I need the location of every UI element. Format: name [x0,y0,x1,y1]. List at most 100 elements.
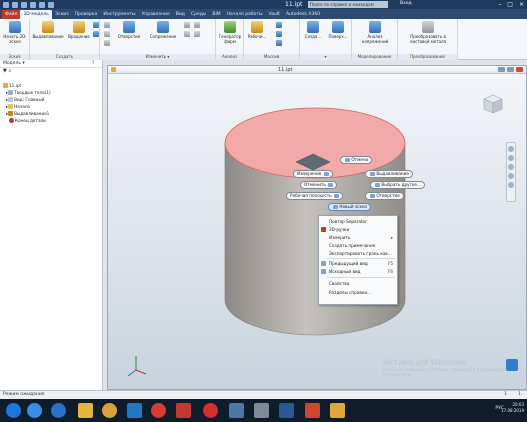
orbit-icon[interactable] [508,173,514,179]
extrude-button[interactable]: Выдавливание [32,21,64,39]
tab-inspect[interactable]: Проверка [72,10,101,19]
find-icon[interactable]: ⌕ [8,68,11,74]
open-icon[interactable] [12,1,18,8]
emboss-icon[interactable] [104,31,110,37]
tree-item-extrusion[interactable]: ▸ Выдавливание1 [6,111,49,117]
tree-item-end-of-part[interactable]: Конец детали [9,118,46,124]
file-explorer-icon[interactable] [78,403,93,418]
steering-wheel-icon[interactable] [508,146,514,152]
sweep-icon[interactable] [93,31,99,37]
filter-icon[interactable]: ▼ [3,68,7,74]
rib-icon[interactable] [104,40,110,46]
redo-icon[interactable] [39,1,45,8]
doc-restore-button[interactable] [507,67,514,72]
fillet-button[interactable]: Сопряжение [146,21,180,39]
minimize-button[interactable]: – [498,1,501,8]
undo-icon[interactable] [30,1,36,8]
yandex-icon[interactable] [176,403,191,418]
tab-3d-model[interactable]: 3D-модель [20,10,52,19]
doc-close-button[interactable] [516,67,523,72]
split-icon[interactable] [194,22,200,28]
cylinder-model[interactable] [108,74,526,390]
clock-date[interactable]: 17.08.2019 [501,408,524,414]
chrome-icon[interactable] [102,403,117,418]
app-icon[interactable] [254,403,269,418]
word-icon[interactable] [279,403,294,418]
marking-menu-cancel[interactable]: Отменить [300,181,338,189]
marking-menu-work-plane[interactable]: Рабочая плоскость [286,192,344,200]
save-icon[interactable] [21,1,27,8]
menu-item-3d-grips[interactable]: 3D-ручки [319,226,397,233]
create-freeform-button[interactable]: Созда... [301,21,325,39]
browser-title[interactable]: Модель [3,61,21,66]
menu-item-help-topics[interactable]: Разделы справки... [319,289,397,296]
marking-menu-new-sketch[interactable]: Новый эскиз [328,203,371,211]
new-icon[interactable] [3,1,9,8]
tab-bim[interactable]: BIM [209,10,223,19]
language-indicator[interactable]: РУС [495,406,504,412]
doc-minimize-button[interactable] [498,67,505,72]
maximize-button[interactable]: □ [507,1,513,8]
viewcube-icon[interactable] [482,93,504,115]
browser-help-icon[interactable]: ? [92,60,94,68]
document-window[interactable]: 11.ipt Отмена Измерение Выдавливание Отм… [107,65,527,390]
tab-view[interactable]: Вид [173,10,188,19]
tab-sketch[interactable]: Эскиз [52,10,72,19]
tab-get-started[interactable]: Начало работы [224,10,266,19]
draft-icon[interactable] [184,31,190,37]
hole-button[interactable]: Отверстие [114,21,144,39]
tab-file[interactable]: Файл [2,10,21,19]
pan-icon[interactable] [508,155,514,161]
marking-menu-extrude[interactable]: Выдавливание [365,170,413,178]
tab-a360[interactable]: Autodesk A360 [283,10,323,19]
tree-item-origin[interactable]: ▸ Начало [6,104,30,110]
menu-item-previous-view[interactable]: Предыдущий вид F5 [319,260,397,267]
tab-tools[interactable]: Инструменты [100,10,138,19]
loft-icon[interactable] [93,22,99,28]
vk-icon[interactable] [229,403,244,418]
menu-item-repeat[interactable]: Повтор Separator [319,218,397,225]
circular-pattern-icon[interactable] [276,31,282,37]
tree-item-solid-bodies[interactable]: ▸ Твердые тела(1) [6,90,51,96]
autodesk-app-icon[interactable] [506,359,518,371]
menu-item-export-face[interactable]: Экспортировать грань как... [319,250,397,257]
store-icon[interactable] [127,403,142,418]
tree-item-view[interactable]: ▸ Вид: Главный [6,97,44,103]
marking-menu-hole[interactable]: Отверстие [365,192,404,200]
tab-manage[interactable]: Управление [139,10,173,19]
marking-menu-select-other[interactable]: Выбрать другое... [370,181,425,189]
menu-item-home-view[interactable]: Исходный вид F6 [319,268,397,275]
zoom-icon[interactable] [508,164,514,170]
work-features-button[interactable]: Рабочи... [245,21,269,39]
help-search-input[interactable]: Поиск по справке и командам [308,1,388,8]
marking-menu-measure[interactable]: Измерение [293,170,333,178]
search-icon[interactable] [27,403,42,418]
menu-item-measure[interactable]: Измерить ▸ [319,234,397,241]
revolve-button[interactable]: Вращение [64,21,94,39]
start-button-icon[interactable] [6,403,21,418]
inventor-icon[interactable] [330,403,345,418]
combine-icon[interactable] [194,31,200,37]
yandex-browser-icon[interactable] [151,403,166,418]
rectangular-pattern-icon[interactable] [276,22,282,28]
menu-item-properties[interactable]: Свойства [319,280,397,287]
close-button[interactable]: × [519,1,524,8]
menu-item-create-note[interactable]: Создать примечание [319,242,397,249]
coil-icon[interactable] [104,22,110,28]
tab-vault[interactable]: Vault [266,10,283,19]
graphics-viewport[interactable]: 11.ipt Отмена Измерение Выдавливание Отм… [103,60,527,390]
sign-in-button[interactable]: Вход [400,1,412,6]
start-2d-sketch-button[interactable]: Начать 2D-эскиз [2,21,28,44]
tree-item-part[interactable]: 11.ipt [3,83,21,89]
edge-browser-icon[interactable] [51,403,66,418]
mirror-icon[interactable] [276,40,282,46]
surface-button[interactable]: Поверх... [326,21,350,39]
convert-sheet-metal-button[interactable]: Преобразовать в листовой металл [400,21,456,44]
powerpoint-icon[interactable] [305,403,320,418]
stress-analysis-button[interactable]: Анализ напряжений [354,21,396,44]
opera-icon[interactable] [203,403,218,418]
look-at-icon[interactable] [508,182,514,188]
shell-icon[interactable] [184,22,190,28]
tab-environments[interactable]: Среды [188,10,209,19]
shape-generator-button[interactable]: Генератор форм [217,21,243,44]
